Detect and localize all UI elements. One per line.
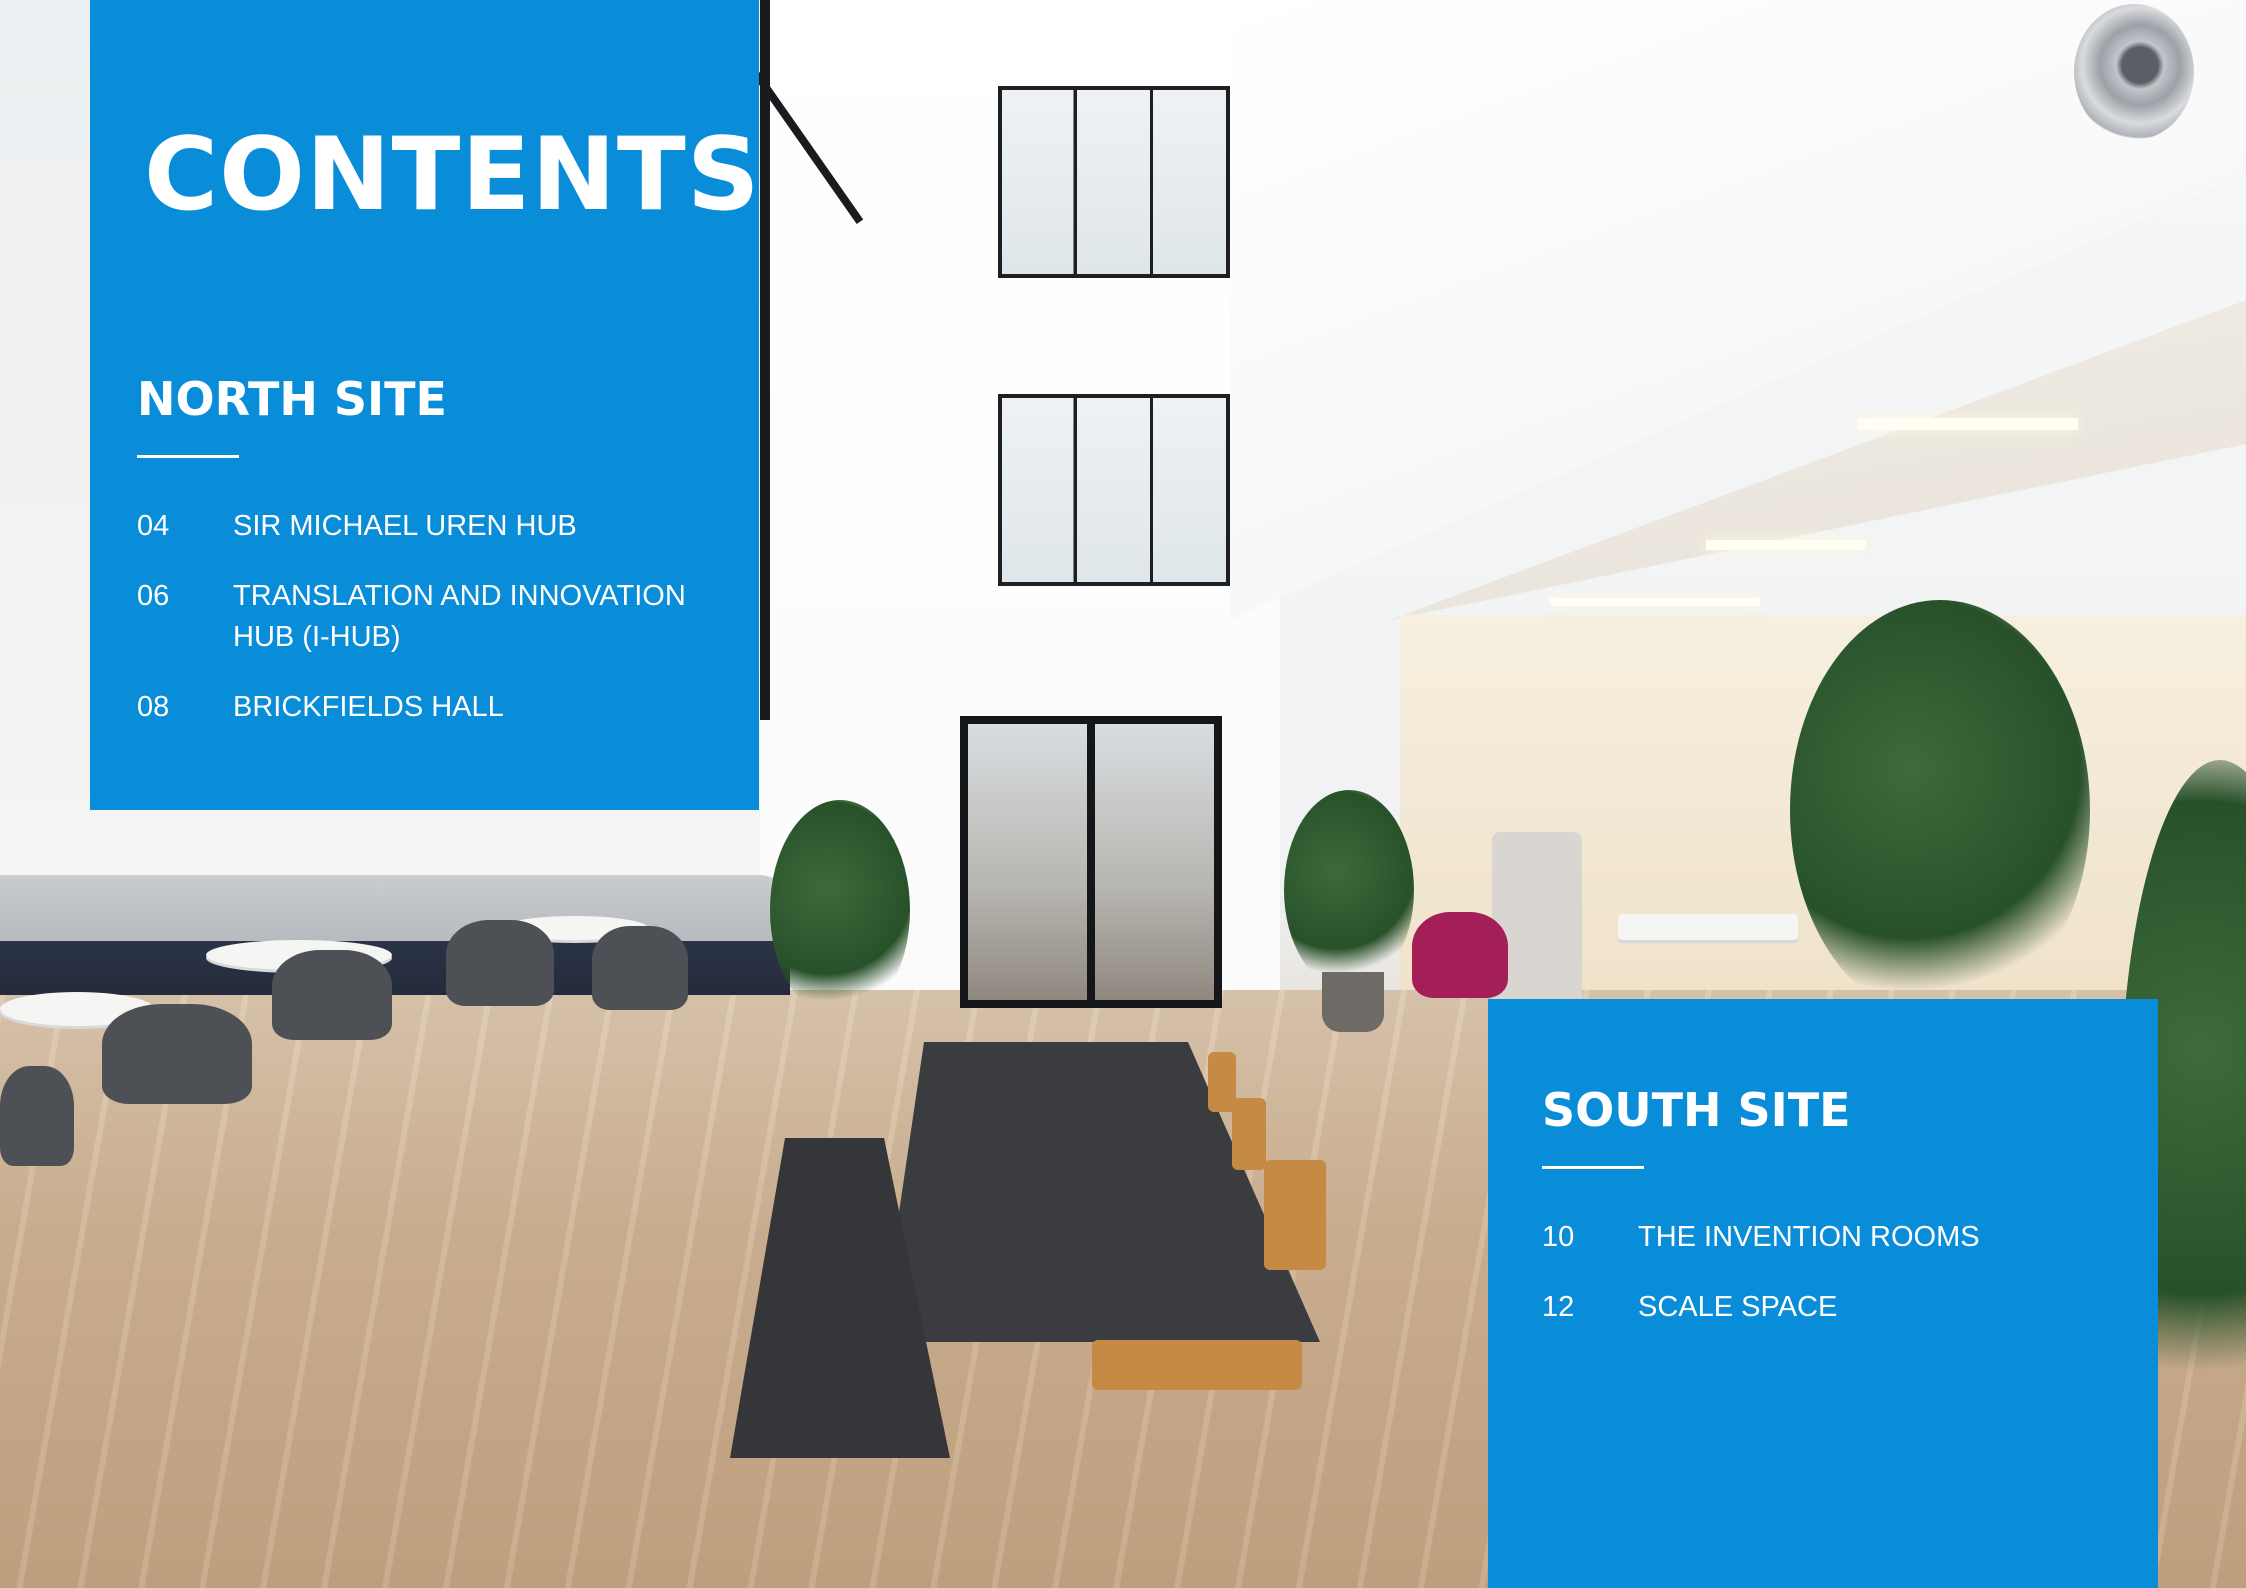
atrium-window-lower — [998, 394, 1230, 586]
cafe-table — [1618, 914, 1798, 940]
grey-chair — [446, 920, 554, 1006]
grey-chair — [592, 926, 688, 1010]
wooden-chair — [1232, 1098, 1266, 1170]
toc-label: TRANSLATION AND INNOVATION HUB (I-HUB) — [233, 576, 717, 658]
palm-plant — [1790, 600, 2090, 1020]
north-site-heading: NORTH SITE — [137, 372, 447, 426]
grey-chair — [102, 1004, 252, 1104]
toc-page-number: 08 — [137, 691, 170, 723]
wooden-chair — [1092, 1340, 1302, 1390]
north-site-panel: CONTENTS NORTH SITE 04 SIR MICHAEL UREN … — [90, 0, 761, 810]
toc-item[interactable]: 06 TRANSLATION AND INNOVATION HUB (I-HUB… — [137, 576, 717, 658]
grey-chair — [0, 1066, 74, 1166]
wooden-chair — [1264, 1160, 1326, 1270]
toc-page-number: 12 — [1542, 1291, 1575, 1323]
ceiling-vent — [2074, 4, 2194, 140]
toc-label: BRICKFIELDS HALL — [233, 691, 504, 723]
ceiling-light — [1706, 540, 1866, 550]
south-site-list: 10 THE INVENTION ROOMS 12 SCALE SPACE — [1542, 1217, 2122, 1357]
toc-item[interactable]: 10 THE INVENTION ROOMS — [1542, 1217, 2122, 1258]
grey-chair — [272, 950, 392, 1040]
toc-label-line: TRANSLATION AND INNOVATION — [233, 580, 686, 612]
heading-underline — [137, 455, 239, 458]
magenta-armchair — [1412, 912, 1508, 998]
double-door — [960, 716, 1222, 1008]
potted-plant — [770, 800, 910, 1020]
heading-underline — [1542, 1166, 1644, 1169]
north-site-list: 04 SIR MICHAEL UREN HUB 06 TRANSLATION A… — [137, 506, 717, 757]
toc-page-number: 10 — [1542, 1221, 1575, 1253]
toc-label: SCALE SPACE — [1638, 1291, 1838, 1323]
toc-item[interactable]: 04 SIR MICHAEL UREN HUB — [137, 506, 717, 547]
balcony-rail — [760, 0, 770, 720]
toc-item[interactable]: 08 BRICKFIELDS HALL — [137, 687, 717, 728]
ceiling-light — [1858, 418, 2078, 430]
toc-label: THE INVENTION ROOMS — [1638, 1221, 1980, 1253]
toc-item[interactable]: 12 SCALE SPACE — [1542, 1287, 2122, 1328]
toc-page-number: 06 — [137, 580, 170, 612]
south-site-panel: SOUTH SITE 10 THE INVENTION ROOMS 12 SCA… — [1488, 999, 2158, 1588]
toc-label-line: HUB (I-HUB) — [233, 621, 401, 653]
potted-plant — [1284, 790, 1414, 990]
atrium-window-upper — [998, 86, 1230, 278]
ceiling-light — [1550, 598, 1760, 606]
page-title: CONTENTS — [144, 115, 761, 233]
toc-page-number: 04 — [137, 510, 170, 542]
toc-label: SIR MICHAEL UREN HUB — [233, 510, 577, 542]
south-site-heading: SOUTH SITE — [1542, 1083, 1851, 1137]
